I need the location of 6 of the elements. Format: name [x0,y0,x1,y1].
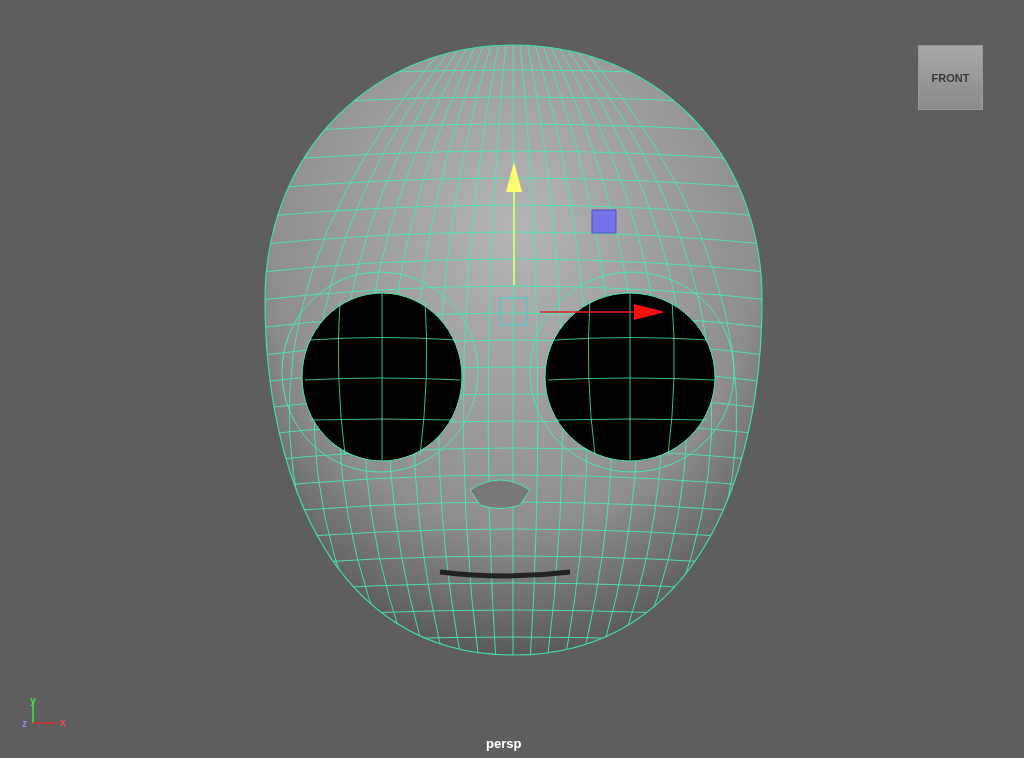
x-axis-label: x [60,717,66,728]
z-axis-label: z [22,718,27,729]
y-axis-label: y [30,694,37,706]
view-cube[interactable]: FRONT [918,45,983,110]
move-manipulator-icon[interactable] [499,162,665,326]
camera-label: persp [486,736,522,751]
